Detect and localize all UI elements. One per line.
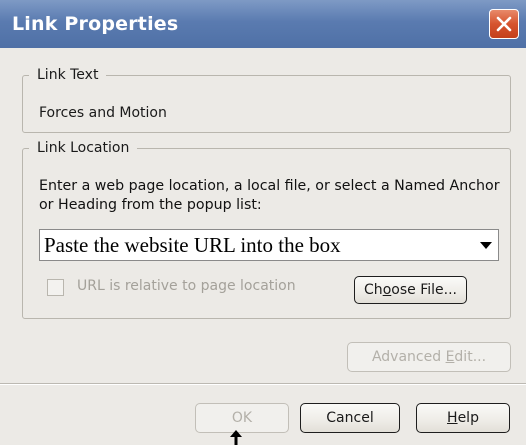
cancel-label: Cancel — [326, 410, 374, 426]
advanced-edit-label-pre: Advanced — [371, 349, 446, 365]
url-input-value[interactable]: Paste the website URL into the box — [44, 233, 341, 258]
link-location-instructions: Enter a web page location, a local file,… — [39, 178, 500, 213]
close-icon — [496, 16, 512, 32]
chevron-down-icon[interactable] — [480, 242, 492, 249]
close-button[interactable] — [489, 9, 519, 39]
ok-label: OK — [231, 410, 253, 426]
relative-url-label: URL is relative to page location — [77, 278, 296, 294]
button-separator — [0, 383, 526, 385]
choose-file-button[interactable]: Choose File... — [354, 276, 467, 304]
link-text-group: Link Text — [22, 67, 511, 133]
link-text-legend: Link Text — [37, 67, 99, 83]
advanced-edit-label-accel: E — [445, 349, 455, 365]
help-button[interactable]: Help — [416, 403, 510, 433]
dialog-title: Link Properties — [12, 13, 179, 35]
link-properties-dialog: Link Properties Link Text Forces and Mot… — [0, 0, 526, 445]
ok-button[interactable]: OK — [195, 403, 289, 433]
url-combobox[interactable]: Paste the website URL into the box — [39, 229, 499, 261]
help-label-accel: H — [447, 410, 458, 426]
help-label-post: elp — [457, 410, 479, 426]
link-location-legend: Link Location — [37, 140, 130, 156]
advanced-edit-button[interactable]: Advanced Edit... — [347, 342, 511, 372]
cancel-button[interactable]: Cancel — [300, 403, 400, 433]
advanced-edit-label-post: dit... — [454, 349, 487, 365]
relative-url-checkbox[interactable] — [47, 279, 64, 296]
choose-file-label-pre: Ch — [364, 282, 383, 298]
choose-file-label-accel: o — [382, 282, 392, 298]
arrow-up-icon — [230, 430, 242, 445]
title-bar: Link Properties — [0, 0, 526, 48]
link-text-value: Forces and Motion — [39, 105, 167, 121]
choose-file-label-post: ose File... — [391, 282, 457, 298]
